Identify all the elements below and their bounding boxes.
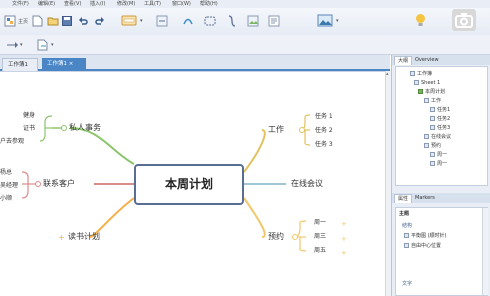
camera-icon[interactable] [452,9,476,31]
svg-text:+: + [58,233,65,242]
home-icon[interactable] [4,15,16,27]
menu-modify[interactable]: 修改(M) [117,0,135,8]
outline-item[interactable]: 任务2 [430,115,450,123]
topic-online-meeting[interactable]: 在线会议 [291,178,323,189]
topic-work[interactable]: 工作 [268,124,284,135]
structure-option[interactable]: 平衡图 (顺时针) [404,232,447,239]
leaf-contact-3[interactable]: 小顺 [0,193,12,202]
idea-bulb-icon[interactable] [415,13,426,28]
leaf-task-2[interactable]: 任务 2 [315,125,333,134]
text-section[interactable]: 文字 [402,280,412,287]
outline-item[interactable]: 工作簿 [410,70,432,78]
topic-contact-clients[interactable]: 联系客户 [43,178,75,189]
tab-outline[interactable]: 大纲 [394,56,413,65]
properties-title: 主题 [399,211,410,217]
outline-item[interactable]: 在线会议 [424,133,451,141]
topic-icon[interactable] [121,14,137,28]
new-icon[interactable] [32,15,43,27]
navigate-dropdown-icon[interactable]: ▾ [20,42,23,48]
menu-insert[interactable]: 插入(I) [90,0,105,8]
outline-item[interactable]: Sheet 1 [414,79,440,87]
open-icon[interactable] [47,16,59,26]
save-icon[interactable] [62,16,72,26]
outline-item[interactable]: 周一 [430,160,447,168]
mindmap-canvas[interactable]: + + + + 本周计划 私人事务 联系客户 读书计划 工作 在线会议 预约 健… [0,71,385,296]
editor-tab-bar: 工作簿1 工作簿1 × [0,55,390,71]
relationship-icon[interactable] [182,15,194,27]
menu-bar: 文件(F) 编辑(E) 查看(V) 插入(I) 修改(M) 工具(T) 窗口(W… [0,0,490,8]
outline-item[interactable]: 工作 [424,97,441,105]
outline-item[interactable]: 本周计划 [418,88,445,96]
outline-tree: 工作簿 Sheet 1 本周计划 工作 任务1 任务2 任务3 在线会议 预约 … [395,66,488,186]
svg-text:+: + [341,220,347,228]
menu-help[interactable]: 帮助(H) [200,0,218,8]
svg-text:+: + [341,235,347,243]
canvas-top-edge [0,71,385,72]
right-side-panel: 大纲 Overview 工作簿 Sheet 1 本周计划 工作 任务1 任务2 … [391,55,490,296]
menu-window[interactable]: 窗口(W) [172,0,191,8]
leaf-visit[interactable]: 户去参观 [0,136,24,145]
chevron-down-icon[interactable]: ▾ [140,18,143,24]
summary-icon[interactable] [226,15,238,27]
topic-appointments[interactable]: 预约 [268,231,284,242]
tab-markers[interactable]: Markers [412,194,438,203]
leaf-monday[interactable]: 周一 [314,217,326,226]
central-topic[interactable]: 本周计划 [134,164,244,205]
tab-workbook-1[interactable]: 工作簿1 [2,58,38,71]
home-label[interactable]: 主页 [18,18,28,25]
tab-workbook-active[interactable]: 工作簿1 × [42,58,86,71]
properties-panel-tabs: 属性 Markers [392,193,490,203]
tab-overview[interactable]: Overview [412,56,442,65]
leaf-task-3[interactable]: 任务 3 [315,139,333,148]
leaf-contact-2[interactable]: 吴经理 [0,180,18,189]
secondary-toolbar: ▾ ▾ [0,35,490,55]
outline-item[interactable]: 任务3 [430,124,450,132]
leaf-certificate[interactable]: 证书 [23,123,35,132]
redo-icon[interactable] [95,16,105,26]
structure-section[interactable]: 结构 [402,222,412,229]
image-dropdown-icon[interactable]: ▾ [336,18,339,24]
leaf-wednesday[interactable]: 周三 [314,231,326,240]
navigate-icon[interactable] [6,40,18,50]
menu-file[interactable]: 文件(F) [12,0,29,8]
menu-edit[interactable]: 编辑(E) [38,0,55,8]
outline-item[interactable]: 任务1 [430,106,450,114]
menu-view[interactable]: 查看(V) [64,0,81,8]
leaf-task-1[interactable]: 任务 1 [315,111,333,120]
properties-panel: 主题 结构 平衡图 (顺时针) 自由中心位置 文字 [395,207,488,296]
subtopic-icon[interactable] [156,15,168,27]
note-icon[interactable] [268,15,280,27]
outline-item[interactable]: 周一 [430,151,447,159]
menu-tools[interactable]: 工具(T) [144,0,161,8]
main-toolbar: 主页 ▾ ▾ [0,8,490,35]
insert-image-icon[interactable] [317,14,333,27]
leaf-friday[interactable]: 周五 [314,245,326,254]
properties-scrollbar[interactable] [482,208,488,295]
undo-icon[interactable] [78,16,88,26]
leaf-fitness[interactable]: 健身 [23,110,35,119]
free-position-option[interactable]: 自由中心位置 [404,242,441,249]
svg-text:+: + [341,249,347,257]
leaf-contact-1[interactable]: 杨总 [0,167,12,176]
boundary-icon[interactable] [204,15,216,27]
outline-panel-tabs: 大纲 Overview [392,55,490,65]
tab-properties[interactable]: 属性 [394,194,413,203]
export-icon[interactable] [37,39,49,51]
outline-item[interactable]: 预约 [424,142,441,150]
export-dropdown-icon[interactable]: ▾ [51,42,54,48]
topic-private-affairs[interactable]: 私人事务 [69,122,101,133]
image-icon[interactable] [247,15,259,27]
topic-reading-plan[interactable]: 读书计划 [68,231,100,242]
